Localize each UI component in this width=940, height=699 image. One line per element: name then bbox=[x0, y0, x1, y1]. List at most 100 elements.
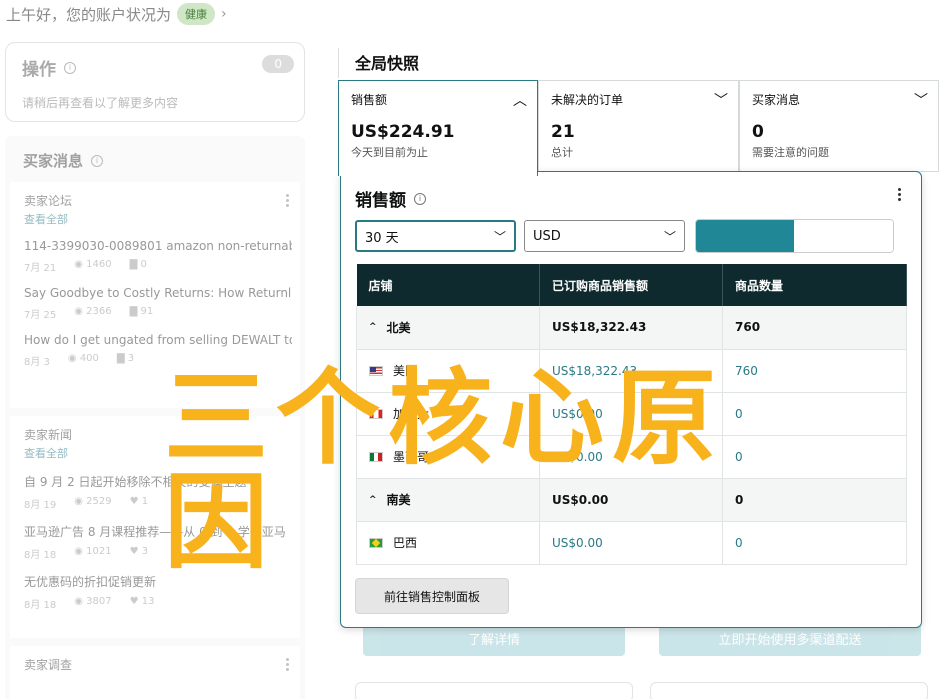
comment-icon: ▇ bbox=[116, 353, 128, 364]
post-meta: 7月 25 ◉ 2366 ▇ 91 bbox=[24, 306, 286, 321]
currency-select-value: USD bbox=[533, 228, 561, 244]
views-count: ◉ 2366 bbox=[74, 306, 111, 321]
eye-icon: ◉ bbox=[74, 596, 87, 607]
post-title[interactable]: Say Goodbye to Costly Returns: How Retur… bbox=[24, 286, 292, 300]
toggle-option-inactive[interactable] bbox=[794, 220, 893, 252]
actions-card: 操作 i 0 请稍后再查看以了解更多内容 bbox=[5, 42, 305, 122]
post-meta: 8月 18 ◉ 3807 ♥ 13 bbox=[24, 596, 286, 611]
post-date: 8月 18 bbox=[24, 550, 57, 561]
go-to-sales-dashboard-button[interactable]: 前往销售控制面板 bbox=[355, 578, 509, 614]
replies-value: 91 bbox=[140, 306, 154, 317]
views-value: 2529 bbox=[86, 496, 112, 507]
background-card bbox=[650, 682, 928, 699]
replies-count: ▇ 91 bbox=[130, 306, 154, 321]
views-value: 2366 bbox=[86, 306, 112, 317]
post-title[interactable]: 114-3399030-0089801 amazon non-returnabl… bbox=[24, 239, 292, 253]
post-date: 8月 3 bbox=[24, 357, 50, 368]
more-options-icon[interactable] bbox=[286, 658, 290, 673]
eye-icon: ◉ bbox=[67, 353, 80, 364]
post-date: 8月 19 bbox=[24, 500, 57, 511]
eye-icon: ◉ bbox=[74, 496, 87, 507]
chevron-up-icon[interactable]: ^ bbox=[369, 322, 377, 332]
global-snapshot-title: 全局快照 bbox=[355, 54, 420, 73]
period-select[interactable]: 30 天 ﹀ bbox=[355, 220, 516, 252]
period-select-value: 30 天 bbox=[365, 230, 399, 246]
account-health-badge[interactable]: 健康 bbox=[177, 3, 216, 25]
heart-icon: ♥ bbox=[129, 496, 142, 507]
tab-label: 销售额 bbox=[351, 93, 388, 107]
actions-title-text: 操作 bbox=[22, 60, 56, 80]
tab-label: 买家消息 bbox=[752, 93, 801, 107]
list-item[interactable]: Say Goodbye to Costly Returns: How Retur… bbox=[24, 286, 292, 321]
eye-icon: ◉ bbox=[74, 259, 87, 270]
likes-count: ♥ 13 bbox=[130, 596, 155, 611]
heart-icon: ♥ bbox=[129, 546, 142, 557]
actions-count-badge: 0 bbox=[262, 55, 294, 73]
post-date: 8月 18 bbox=[24, 600, 57, 611]
chevron-up-icon[interactable]: ︿ bbox=[513, 90, 527, 110]
likes-value: 1 bbox=[141, 496, 149, 507]
views-count: ◉ 3807 bbox=[74, 596, 111, 611]
views-count: ◉ 1460 bbox=[74, 259, 111, 274]
background-card bbox=[355, 682, 633, 699]
chevron-right-icon[interactable]: › bbox=[221, 6, 227, 22]
likes-count: ♥ 3 bbox=[130, 546, 149, 561]
chevron-down-icon[interactable]: ﹀ bbox=[714, 90, 728, 110]
view-toggle[interactable] bbox=[695, 219, 894, 253]
account-greeting: 上午好，您的账户状况为 健康 › bbox=[6, 3, 227, 25]
replies-value: 3 bbox=[127, 353, 135, 364]
views-value: 1021 bbox=[86, 546, 112, 557]
section-name: 卖家论坛 bbox=[24, 194, 73, 208]
tab-subtitle: 总计 bbox=[551, 146, 573, 159]
post-date: 7月 21 bbox=[24, 263, 57, 274]
views-value: 1460 bbox=[86, 259, 112, 270]
survey-section: 卖家调查 bbox=[10, 646, 300, 699]
column-header-sales: 已订购商品销售额 bbox=[539, 264, 723, 306]
views-count: ◉ 2529 bbox=[74, 496, 111, 511]
info-icon[interactable]: i bbox=[414, 192, 426, 205]
replies-value: 0 bbox=[140, 259, 147, 270]
toggle-option-active[interactable] bbox=[696, 220, 794, 252]
more-options-icon[interactable] bbox=[898, 188, 901, 203]
chevron-down-icon[interactable]: ﹀ bbox=[914, 90, 928, 110]
sales-cell: US$18,322.43 bbox=[539, 306, 723, 350]
table-header-row: 店铺 已订购商品销售额 商品数量 bbox=[356, 264, 907, 306]
comment-icon: ▇ bbox=[129, 259, 141, 270]
post-title[interactable]: How do I get ungated from selling DEWALT… bbox=[24, 333, 292, 347]
chevron-down-icon: ﹀ bbox=[663, 229, 676, 244]
more-options-icon[interactable] bbox=[286, 194, 290, 209]
info-icon[interactable]: i bbox=[91, 154, 104, 167]
tab-subtitle: 今天到目前为止 bbox=[351, 146, 428, 159]
view-all-link[interactable]: 查看全部 bbox=[24, 211, 286, 227]
tab-sales[interactable]: 销售额 ︿ US$224.91 今天到目前为止 bbox=[338, 80, 538, 176]
buyer-messages-title-text: 买家消息 bbox=[23, 152, 84, 170]
views-value: 400 bbox=[79, 353, 99, 364]
section-name: 卖家调查 bbox=[24, 658, 73, 672]
post-date: 7月 25 bbox=[24, 310, 57, 321]
likes-count: ♥ 1 bbox=[130, 496, 149, 511]
eye-icon: ◉ bbox=[74, 306, 87, 317]
list-item[interactable]: 114-3399030-0089801 amazon non-returnabl… bbox=[24, 239, 292, 274]
tab-buyer-messages[interactable]: 买家消息 ﹀ 0 需要注意的问题 bbox=[739, 80, 939, 172]
tab-label: 未解决的订单 bbox=[551, 93, 624, 107]
greeting-text: 上午好，您的账户状况为 bbox=[6, 5, 172, 24]
buyer-messages-title: 买家消息 i bbox=[23, 150, 104, 171]
post-meta: 7月 21 ◉ 1460 ▇ 0 bbox=[24, 259, 286, 274]
table-row[interactable]: ^ 北美 US$18,322.43 760 bbox=[356, 306, 907, 350]
comment-icon: ▇ bbox=[129, 306, 141, 317]
sales-today-value: US$224.91 bbox=[351, 122, 455, 142]
overlay-caption: 三个核心原因 bbox=[164, 357, 725, 583]
info-icon[interactable]: i bbox=[64, 61, 76, 74]
tab-open-orders[interactable]: 未解决的订单 ﹀ 21 总计 bbox=[538, 80, 739, 172]
currency-select[interactable]: USD ﹀ bbox=[524, 220, 685, 252]
units-cell: 760 bbox=[722, 306, 907, 350]
eye-icon: ◉ bbox=[74, 546, 87, 557]
replies-count: ▇ 3 bbox=[117, 353, 134, 368]
sales-panel-title: 销售额 i bbox=[355, 186, 426, 211]
buyer-messages-value: 0 bbox=[752, 122, 764, 142]
sales-panel-title-text: 销售额 bbox=[355, 191, 406, 211]
heart-icon: ♥ bbox=[129, 596, 142, 607]
column-header-units: 商品数量 bbox=[722, 264, 907, 306]
divider bbox=[338, 48, 339, 78]
likes-value: 13 bbox=[141, 596, 155, 607]
